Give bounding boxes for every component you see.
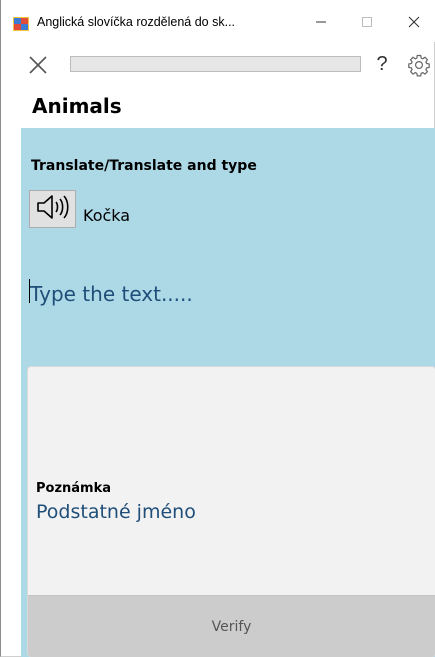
gear-icon <box>407 54 431 81</box>
app-icon <box>13 16 29 31</box>
lesson-toolbar: ? <box>1 46 435 84</box>
exercise-mode-label: Translate/Translate and type <box>31 158 257 174</box>
minimize-button[interactable] <box>306 8 336 36</box>
x-icon <box>27 56 49 80</box>
verify-button[interactable]: Verify <box>28 595 435 657</box>
maximize-icon <box>361 13 373 32</box>
lesson-progress-bar <box>70 56 361 72</box>
note-card: Poznámka Podstatné jméno Verify <box>27 366 435 657</box>
app-window: Anglická slovíčka rozdělená do sk... ? A… <box>0 0 435 657</box>
settings-button[interactable] <box>407 53 431 77</box>
note-label: Poznámka <box>36 481 112 496</box>
exit-lesson-button[interactable] <box>27 54 49 76</box>
note-text: Podstatné jméno <box>36 501 196 523</box>
window-title: Anglická slovíčka rozdělená do sk... <box>37 15 236 29</box>
exercise-panel: Translate/Translate and type Kočka Pozná… <box>21 128 435 657</box>
window-close-button[interactable] <box>399 8 429 36</box>
text-caret <box>29 279 30 303</box>
minimize-icon <box>315 13 327 32</box>
play-audio-button[interactable] <box>29 190 76 228</box>
speaker-icon <box>35 193 71 225</box>
close-icon <box>408 13 420 32</box>
word-to-translate: Kočka <box>83 206 131 225</box>
maximize-button[interactable] <box>352 8 382 36</box>
help-button[interactable]: ? <box>373 52 391 76</box>
title-bar[interactable]: Anglická slovíčka rozdělená do sk... <box>1 0 435 42</box>
answer-input[interactable] <box>28 274 423 314</box>
lesson-title: Animals <box>32 94 122 118</box>
